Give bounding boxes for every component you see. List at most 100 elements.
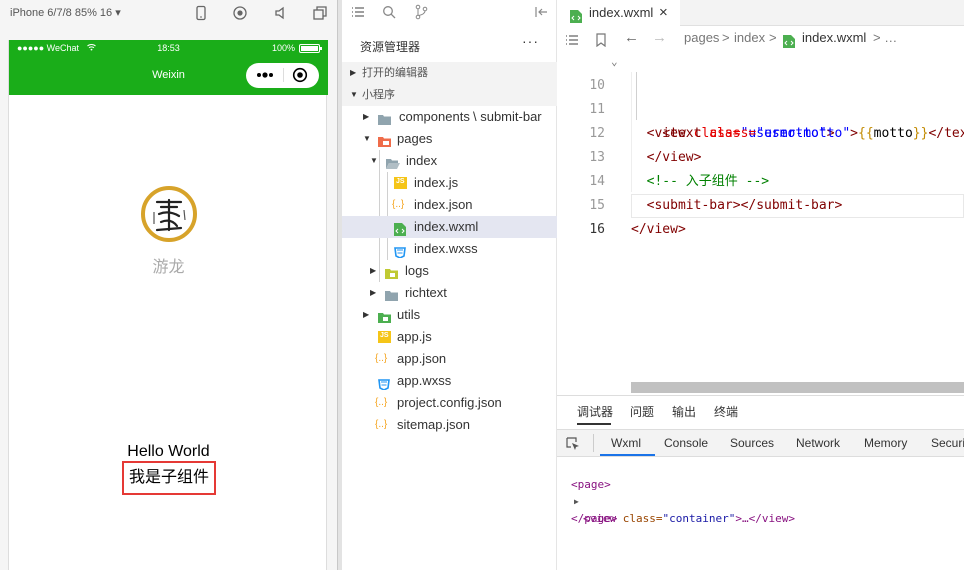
- tree-file-sitemap[interactable]: {..} sitemap.json: [342, 414, 557, 436]
- tree-folder-index[interactable]: ▼ index: [342, 150, 557, 172]
- tab-wxml[interactable]: Wxml: [611, 430, 641, 456]
- project-label: 小程序: [362, 89, 395, 101]
- tree-file-app-js[interactable]: JS app.js: [342, 326, 557, 348]
- tree-folder-logs[interactable]: ▶ logs: [342, 260, 557, 282]
- tree-item-label: utils: [397, 307, 421, 322]
- tab-output[interactable]: 输出: [672, 396, 696, 429]
- wxml-node[interactable]: <page>: [557, 459, 964, 491]
- open-editors-section[interactable]: ▶ 打开的编辑器: [342, 62, 557, 84]
- code-line[interactable]: 16: [557, 194, 964, 237]
- motto-text: Hello World: [127, 443, 210, 460]
- json-file-icon: {..}: [375, 353, 388, 364]
- tree-folder-pages[interactable]: ▼ pages: [342, 128, 557, 150]
- tab-index-wxml[interactable]: index.wxml ×: [557, 0, 680, 26]
- tab-label: index.wxml: [589, 5, 654, 20]
- device-selector[interactable]: iPhone 6/7/8 85% 16 ▾: [10, 6, 121, 19]
- battery-icon: [299, 44, 323, 55]
- js-file-icon: JS: [394, 177, 407, 189]
- chevron-down-icon: ▼: [370, 156, 378, 165]
- breadcrumb-separator: >: [722, 30, 730, 45]
- breadcrumb-pages[interactable]: pages: [684, 26, 719, 50]
- tree-file-app-wxss[interactable]: app.wxss: [342, 370, 557, 392]
- capsule-divider: [283, 68, 284, 82]
- tree-item-label: index: [406, 153, 438, 168]
- menu-capsule[interactable]: [246, 63, 319, 88]
- wxss-file-icon: [378, 375, 391, 391]
- tree-item-label: index.wxml: [414, 219, 479, 234]
- debugger-tab-bar: 调试器 问题 输出 终端: [557, 396, 964, 429]
- tree-item-label: index.wxss: [414, 241, 478, 256]
- tab-network[interactable]: Network: [796, 430, 840, 456]
- explorer-activity-bar: [342, 0, 557, 26]
- tree-folder-utils[interactable]: ▶ utils: [342, 304, 557, 326]
- tab-memory[interactable]: Memory: [864, 430, 907, 456]
- tree-file-project-config[interactable]: {..} project.config.json: [342, 392, 557, 414]
- explorer-more-button[interactable]: ···: [522, 33, 539, 49]
- user-nickname: 游龙: [152, 259, 185, 276]
- toolbar-divider: [593, 434, 594, 452]
- chevron-right-icon: ▶: [370, 288, 377, 297]
- detach-window-icon[interactable]: [312, 5, 328, 21]
- list-icon[interactable]: [351, 5, 365, 22]
- open-editors-label: 打开的编辑器: [362, 67, 428, 79]
- tree-folder-richtext[interactable]: ▶ richtext: [342, 282, 557, 304]
- avatar: [141, 186, 197, 242]
- wxml-node[interactable]: </page>: [557, 493, 964, 525]
- forward-arrow-icon[interactable]: →: [652, 26, 667, 50]
- code-line[interactable]: 15 </view>: [557, 170, 964, 237]
- active-tab-underline: [577, 423, 611, 425]
- chevron-right-icon: ▶: [350, 68, 357, 77]
- tree-file-index-wxss[interactable]: index.wxss: [342, 238, 557, 260]
- project-section[interactable]: ▼ 小程序: [342, 84, 557, 106]
- tree-item-label: project.config.json: [397, 395, 502, 410]
- inspect-element-icon[interactable]: [566, 435, 581, 461]
- close-miniprogram-icon[interactable]: [292, 67, 308, 86]
- more-dots-icon[interactable]: [255, 68, 275, 85]
- volume-icon[interactable]: [273, 5, 289, 21]
- status-bar: ●●●●● WeChat 18:53 100%: [9, 40, 328, 56]
- chevron-down-icon: ▼: [363, 134, 371, 143]
- folder-icon: [378, 111, 391, 125]
- tree-file-index-wxml[interactable]: index.wxml: [342, 216, 557, 238]
- tab-security[interactable]: Securi: [931, 430, 964, 456]
- tree-folder-components[interactable]: ▶ components \ submit-bar: [342, 106, 557, 128]
- tree-file-app-json[interactable]: {..} app.json: [342, 348, 557, 370]
- collapse-panel-icon[interactable]: [534, 5, 548, 22]
- tab-console[interactable]: Console: [664, 430, 708, 456]
- fold-chevron-icon[interactable]: ⌄: [611, 50, 618, 74]
- tree-file-index-json[interactable]: {..} index.json: [342, 194, 557, 216]
- record-icon[interactable]: [232, 5, 248, 21]
- navigation-bar: Weixin: [9, 56, 328, 95]
- tab-terminal[interactable]: 终端: [714, 396, 738, 429]
- utils-folder-icon: [378, 309, 391, 323]
- breadcrumb-more[interactable]: > …: [873, 26, 897, 50]
- editor-breadcrumb-bar: ← → pages > index > index.wxml > …: [557, 26, 964, 50]
- json-file-icon: {..}: [375, 397, 388, 408]
- tab-sources[interactable]: Sources: [730, 430, 774, 456]
- breadcrumb-file[interactable]: index.wxml: [802, 26, 866, 50]
- close-icon[interactable]: ×: [659, 0, 668, 25]
- code-line[interactable]: 13 <!-- 入子组件 -->: [557, 122, 964, 189]
- breadcrumb-index[interactable]: index: [734, 26, 765, 50]
- code-line[interactable]: 12 </view>: [557, 98, 964, 165]
- back-arrow-icon[interactable]: ←: [624, 26, 639, 50]
- folder-open-icon: [386, 155, 400, 169]
- code-line[interactable]: 10 ⌄ <view class="usermotto">: [557, 50, 964, 141]
- source-control-icon[interactable]: [414, 4, 428, 23]
- debugger-panel: 调试器 问题 输出 终端 Wxml Console Sources Networ…: [557, 395, 964, 570]
- tab-problems[interactable]: 问题: [630, 396, 654, 429]
- active-devtools-tab-underline: [600, 454, 655, 456]
- tree-file-index-js[interactable]: JS index.js: [342, 172, 557, 194]
- tree-item-label: richtext: [405, 285, 447, 300]
- wxml-node[interactable]: ▶ <view class="container">…</view>: [557, 476, 964, 525]
- phone-icon[interactable]: [193, 5, 209, 21]
- code-line[interactable]: 14 <submit-bar></submit-bar>: [557, 146, 964, 213]
- horizontal-scrollbar[interactable]: [631, 382, 964, 393]
- simulator-toolbar: iPhone 6/7/8 85% 16 ▾: [0, 0, 337, 26]
- tree-item-label: logs: [405, 263, 429, 278]
- search-icon[interactable]: [382, 5, 396, 22]
- js-file-icon: JS: [378, 331, 391, 343]
- code-editor: index.wxml × ← → pages > index > index.w…: [557, 0, 964, 395]
- code-line[interactable]: 11 <text class="user-motto">{{motto}}</t…: [557, 74, 964, 141]
- phone-screen: ●●●●● WeChat 18:53 100% Weixin 游龙 Hello …: [8, 40, 328, 570]
